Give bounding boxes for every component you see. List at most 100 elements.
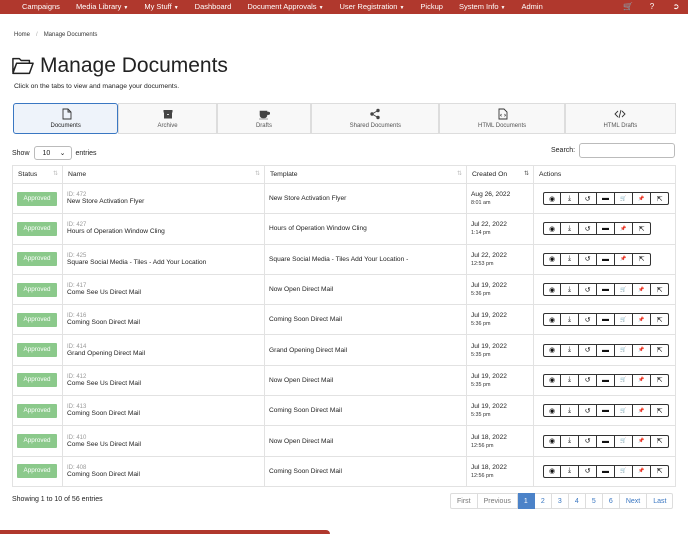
pin-button[interactable]: 📌 bbox=[633, 192, 651, 206]
view-button[interactable]: ◉ bbox=[543, 252, 561, 266]
help-icon[interactable]: ? bbox=[640, 0, 664, 14]
cart-button[interactable]: 🛒 bbox=[615, 404, 633, 418]
revert-button[interactable]: ↺ bbox=[579, 434, 597, 448]
view-button[interactable]: ◉ bbox=[543, 343, 561, 357]
share-button[interactable]: ⇱ bbox=[651, 464, 669, 478]
document-name[interactable]: Coming Soon Direct Mail bbox=[67, 471, 260, 478]
nav-item-pickup[interactable]: Pickup bbox=[412, 0, 451, 14]
pager-page-button[interactable]: 1 bbox=[517, 493, 535, 509]
column-header-name[interactable]: Name ⇅ bbox=[62, 165, 265, 184]
nav-item-media-library[interactable]: Media Library ▼ bbox=[68, 0, 136, 15]
tab-drafts[interactable]: Drafts bbox=[216, 103, 312, 134]
search-input[interactable] bbox=[579, 143, 676, 158]
download-button[interactable]: ⤓ bbox=[561, 434, 579, 448]
revert-button[interactable]: ↺ bbox=[579, 373, 597, 387]
document-name[interactable]: Coming Soon Direct Mail bbox=[67, 319, 260, 326]
pager-page-button[interactable]: 4 bbox=[568, 493, 586, 509]
download-button[interactable]: ⤓ bbox=[561, 192, 579, 206]
pin-button[interactable]: 📌 bbox=[633, 434, 651, 448]
share-button[interactable]: ⇱ bbox=[633, 222, 651, 236]
tab-html-documents[interactable]: HTML Documents bbox=[439, 103, 565, 134]
revert-button[interactable]: ↺ bbox=[579, 283, 597, 297]
document-name[interactable]: Coming Soon Direct Mail bbox=[67, 410, 260, 417]
view-button[interactable]: ◉ bbox=[543, 373, 561, 387]
pager-page-button[interactable]: 6 bbox=[602, 493, 620, 509]
archive-button[interactable]: ▬ bbox=[597, 222, 615, 236]
cart-button[interactable]: 🛒 bbox=[615, 434, 633, 448]
view-button[interactable]: ◉ bbox=[543, 222, 561, 236]
pager-first-button[interactable]: First bbox=[450, 493, 478, 509]
pin-button[interactable]: 📌 bbox=[633, 283, 651, 297]
document-name[interactable]: Come See Us Direct Mail bbox=[67, 289, 260, 296]
pin-button[interactable]: 📌 bbox=[633, 404, 651, 418]
tab-archive[interactable]: Archive bbox=[118, 103, 217, 134]
logout-icon[interactable]: ➲ bbox=[664, 0, 688, 14]
share-button[interactable]: ⇱ bbox=[651, 192, 669, 206]
pager-previous-button[interactable]: Previous bbox=[477, 493, 518, 509]
revert-button[interactable]: ↺ bbox=[579, 404, 597, 418]
view-button[interactable]: ◉ bbox=[543, 404, 561, 418]
revert-button[interactable]: ↺ bbox=[579, 252, 597, 266]
document-name[interactable]: Come See Us Direct Mail bbox=[67, 441, 260, 448]
share-button[interactable]: ⇱ bbox=[651, 313, 669, 327]
archive-button[interactable]: ▬ bbox=[597, 192, 615, 206]
pin-button[interactable]: 📌 bbox=[615, 222, 633, 236]
download-button[interactable]: ⤓ bbox=[561, 464, 579, 478]
view-button[interactable]: ◉ bbox=[543, 434, 561, 448]
tab-shared-documents[interactable]: Shared Documents bbox=[311, 103, 440, 134]
cart-button[interactable]: 🛒 bbox=[615, 192, 633, 206]
revert-button[interactable]: ↺ bbox=[579, 192, 597, 206]
archive-button[interactable]: ▬ bbox=[597, 373, 615, 387]
pager-last-button[interactable]: Last bbox=[647, 493, 674, 509]
archive-button[interactable]: ▬ bbox=[597, 313, 615, 327]
nav-item-campaigns[interactable]: Campaigns bbox=[0, 0, 68, 14]
download-button[interactable]: ⤓ bbox=[561, 373, 579, 387]
document-name[interactable]: New Store Activation Flyer bbox=[67, 198, 260, 205]
nav-item-system-info[interactable]: System Info ▼ bbox=[451, 0, 514, 15]
nav-item-admin[interactable]: Admin bbox=[514, 0, 551, 14]
download-button[interactable]: ⤓ bbox=[561, 343, 579, 357]
archive-button[interactable]: ▬ bbox=[597, 434, 615, 448]
share-button[interactable]: ⇱ bbox=[651, 373, 669, 387]
download-button[interactable]: ⤓ bbox=[561, 313, 579, 327]
revert-button[interactable]: ↺ bbox=[579, 313, 597, 327]
download-button[interactable]: ⤓ bbox=[561, 404, 579, 418]
pin-button[interactable]: 📌 bbox=[633, 373, 651, 387]
share-button[interactable]: ⇱ bbox=[651, 434, 669, 448]
download-button[interactable]: ⤓ bbox=[561, 222, 579, 236]
tab-documents[interactable]: Documents bbox=[13, 103, 119, 134]
cart-button[interactable]: 🛒 bbox=[615, 373, 633, 387]
revert-button[interactable]: ↺ bbox=[579, 222, 597, 236]
share-button[interactable]: ⇱ bbox=[651, 343, 669, 357]
column-header-status[interactable]: Status ⇅ bbox=[12, 165, 63, 184]
pin-button[interactable]: 📌 bbox=[633, 343, 651, 357]
download-button[interactable]: ⤓ bbox=[561, 283, 579, 297]
nav-item-document-approvals[interactable]: Document Approvals ▼ bbox=[239, 0, 331, 15]
archive-button[interactable]: ▬ bbox=[597, 283, 615, 297]
cart-button[interactable]: 🛒 bbox=[615, 343, 633, 357]
share-button[interactable]: ⇱ bbox=[651, 404, 669, 418]
archive-button[interactable]: ▬ bbox=[597, 252, 615, 266]
pager-next-button[interactable]: Next bbox=[619, 493, 648, 509]
share-button[interactable]: ⇱ bbox=[651, 283, 669, 297]
cart-button[interactable]: 🛒 bbox=[615, 464, 633, 478]
pin-button[interactable]: 📌 bbox=[633, 464, 651, 478]
document-name[interactable]: Grand Opening Direct Mail bbox=[67, 350, 260, 357]
pin-button[interactable]: 📌 bbox=[615, 252, 633, 266]
view-button[interactable]: ◉ bbox=[543, 192, 561, 206]
revert-button[interactable]: ↺ bbox=[579, 343, 597, 357]
pager-page-button[interactable]: 3 bbox=[551, 493, 569, 509]
pager-page-button[interactable]: 2 bbox=[534, 493, 552, 509]
column-header-created-on[interactable]: Created On ⇅ bbox=[466, 165, 534, 184]
view-button[interactable]: ◉ bbox=[543, 313, 561, 327]
archive-button[interactable]: ▬ bbox=[597, 404, 615, 418]
breadcrumb-home[interactable]: Home bbox=[14, 32, 30, 38]
nav-item-dashboard[interactable]: Dashboard bbox=[187, 0, 240, 14]
tab-html-drafts[interactable]: HTML Drafts bbox=[564, 103, 676, 134]
pin-button[interactable]: 📌 bbox=[633, 313, 651, 327]
column-header-template[interactable]: Template ⇅ bbox=[264, 165, 467, 184]
view-button[interactable]: ◉ bbox=[543, 283, 561, 297]
nav-item-user-registration[interactable]: User Registration ▼ bbox=[332, 0, 413, 15]
download-button[interactable]: ⤓ bbox=[561, 252, 579, 266]
share-button[interactable]: ⇱ bbox=[633, 252, 651, 266]
